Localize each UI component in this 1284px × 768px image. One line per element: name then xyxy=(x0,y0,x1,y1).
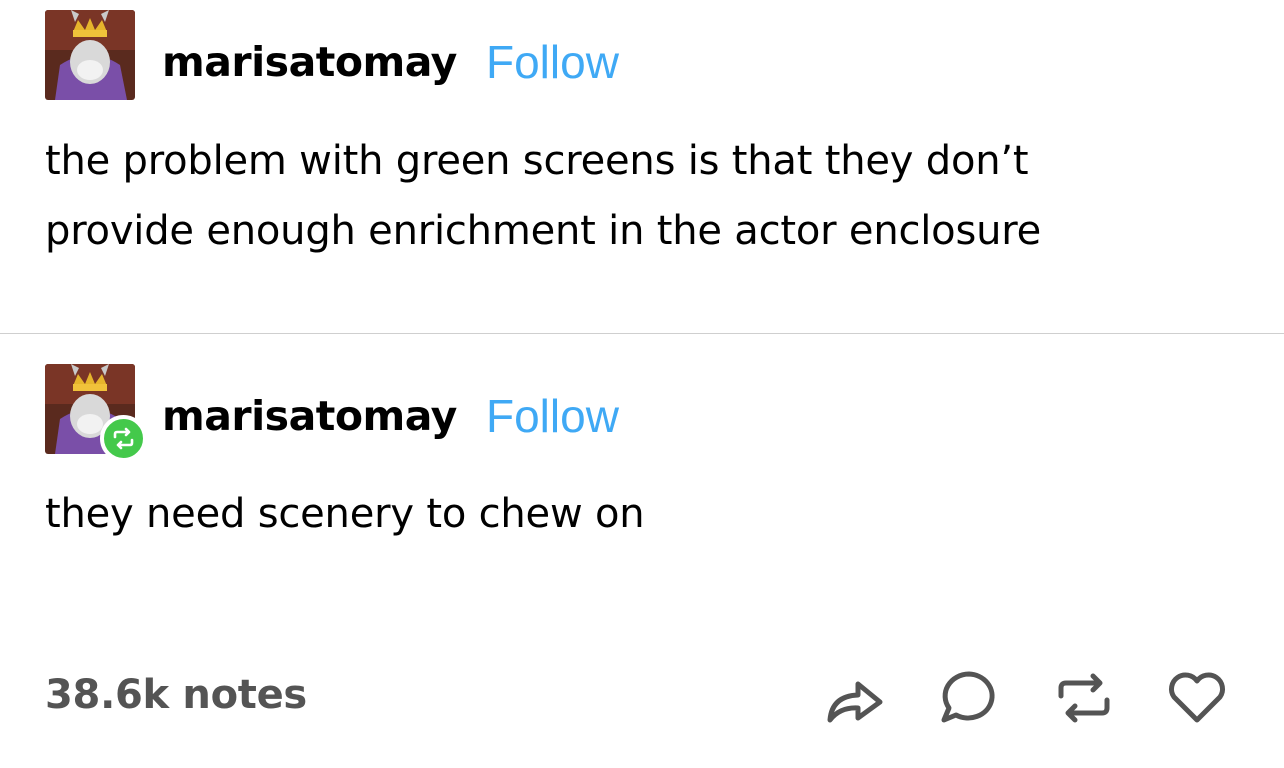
reply-body: they need scenery to chew on xyxy=(45,491,645,537)
share-icon[interactable] xyxy=(822,668,886,728)
heart-icon[interactable] xyxy=(1165,668,1229,728)
follow-button[interactable]: Follow xyxy=(486,39,619,85)
reblog-icon[interactable] xyxy=(1052,668,1116,728)
avatar[interactable] xyxy=(45,10,135,100)
reblog-badge-icon xyxy=(100,415,147,462)
username[interactable]: marisatomay xyxy=(162,396,457,437)
post-body: the problem with green screens is that t… xyxy=(45,138,1042,254)
username[interactable]: marisatomay xyxy=(162,42,457,83)
comment-icon[interactable] xyxy=(938,668,1002,728)
notes-count[interactable]: 38.6k notes xyxy=(45,672,307,718)
follow-button[interactable]: Follow xyxy=(486,393,619,439)
divider xyxy=(0,333,1284,334)
